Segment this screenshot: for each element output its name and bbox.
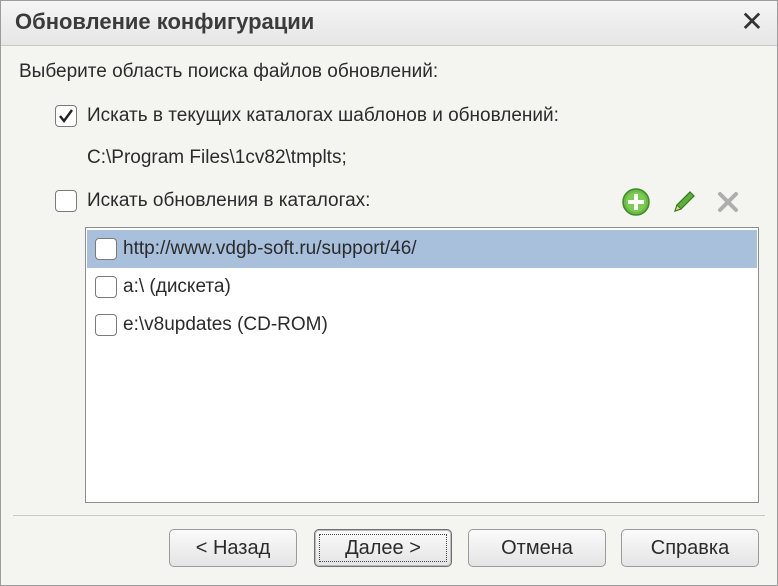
help-button[interactable]: Справка: [621, 529, 759, 567]
catalog-checkbox[interactable]: [95, 276, 117, 298]
delete-icon[interactable]: [713, 187, 743, 217]
pencil-icon[interactable]: [669, 187, 699, 217]
checkmark-icon: [59, 109, 73, 123]
title-bar: Обновление конфигурации ✕: [1, 1, 777, 46]
cancel-button[interactable]: Отмена: [468, 529, 606, 567]
search-catalogs-label[interactable]: Искать обновления в каталогах:: [87, 190, 370, 212]
catalog-checkbox[interactable]: [95, 314, 117, 336]
catalog-label: http://www.vdgb-soft.ru/support/46/: [123, 238, 417, 259]
catalog-label: a:\ (дискета): [123, 276, 231, 297]
search-current-label[interactable]: Искать в текущих каталогах шаблонов и об…: [87, 105, 559, 127]
add-icon[interactable]: [621, 187, 651, 217]
catalog-checkbox[interactable]: [95, 238, 117, 260]
close-icon[interactable]: ✕: [737, 5, 767, 39]
catalogs-list[interactable]: http://www.vdgb-soft.ru/support/46/ a:\ …: [85, 227, 759, 503]
list-item[interactable]: a:\ (дискета): [87, 268, 757, 306]
list-item[interactable]: http://www.vdgb-soft.ru/support/46/: [87, 230, 757, 268]
update-config-dialog: Обновление конфигурации ✕ Выберите облас…: [0, 0, 778, 586]
next-button-label: Далее >: [345, 537, 421, 559]
back-button[interactable]: < Назад: [169, 529, 297, 567]
list-item[interactable]: e:\v8updates (CD-ROM): [87, 306, 757, 344]
divider: [13, 515, 765, 516]
dialog-title: Обновление конфигурации: [15, 9, 315, 34]
search-current-checkbox[interactable]: [55, 105, 77, 127]
catalog-label: e:\v8updates (CD-ROM): [123, 314, 328, 335]
search-scope-prompt: Выберите область поиска файлов обновлени…: [19, 61, 439, 82]
search-catalogs-checkbox[interactable]: [55, 190, 77, 212]
current-templates-path: C:\Program Files\1cv82\tmplts;: [87, 147, 347, 168]
next-button[interactable]: Далее >: [314, 529, 452, 567]
